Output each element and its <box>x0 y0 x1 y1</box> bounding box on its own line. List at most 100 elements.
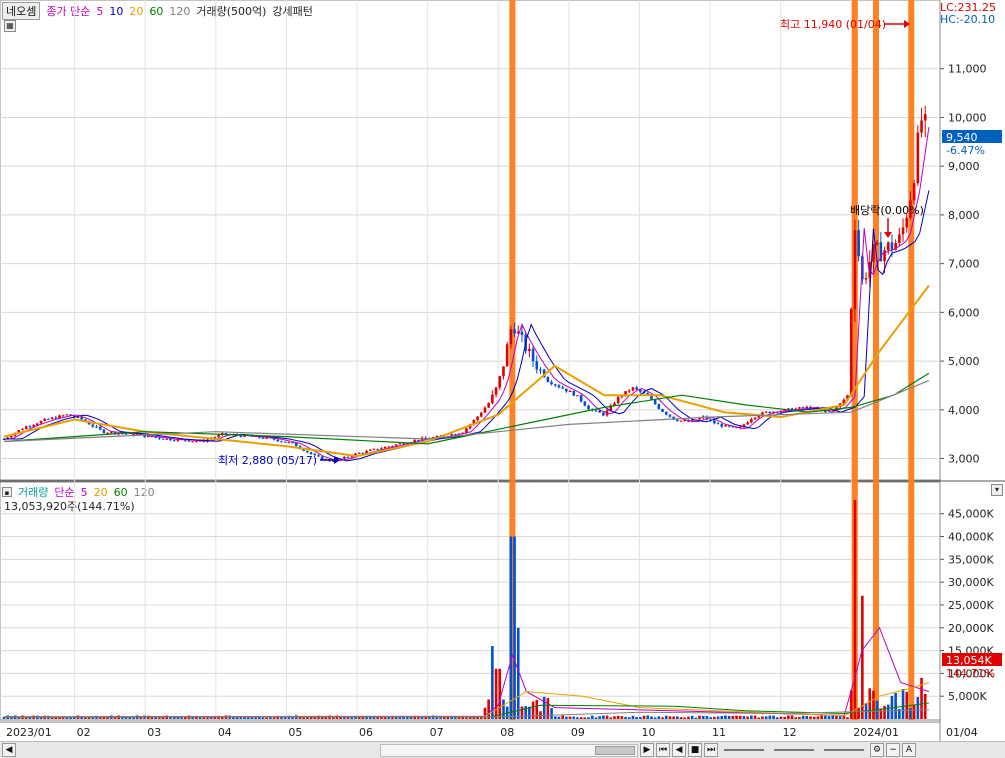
candle-body <box>217 434 220 438</box>
volume-bar <box>787 715 790 719</box>
volume-bar <box>783 717 786 719</box>
play-start-icon[interactable]: ▶ <box>640 743 654 757</box>
volume-bar <box>635 716 638 719</box>
candle-body <box>535 361 539 370</box>
volume-bar <box>761 716 764 719</box>
scroll-thumb[interactable] <box>595 746 635 755</box>
volume-bar <box>724 715 727 719</box>
scroll-left-icon[interactable]: ◀ <box>2 743 16 757</box>
volume-bar <box>683 717 687 719</box>
candle-body <box>912 183 916 201</box>
highlight-columns <box>509 0 915 720</box>
volume-bar <box>531 701 535 719</box>
speed-slider[interactable] <box>724 749 764 751</box>
candle-body <box>161 438 165 440</box>
font-size-button[interactable]: A <box>902 743 916 757</box>
volume-bar <box>498 668 502 719</box>
candle-body <box>165 438 169 440</box>
candle-body <box>528 348 531 351</box>
volume-tick-label: 30,000K <box>948 576 994 589</box>
candle-body <box>28 426 32 428</box>
ma10-line <box>4 190 930 462</box>
volume-bar <box>587 717 590 719</box>
volume-bar <box>798 716 801 719</box>
candle-body <box>24 426 28 430</box>
candle-body <box>343 456 346 459</box>
volume-bar <box>923 693 927 719</box>
candle-body <box>483 407 487 413</box>
volume-bar <box>672 716 675 719</box>
x-tick-label: 07 <box>430 726 444 739</box>
candle-body <box>713 420 716 424</box>
volume-bar <box>716 716 720 719</box>
volume-bar <box>720 716 724 719</box>
candle-body <box>65 414 69 416</box>
x-tick-label: 2023/01 <box>6 726 52 739</box>
candle-body <box>905 217 909 228</box>
candle-body <box>853 230 857 310</box>
candle-body <box>898 234 901 244</box>
current-volume-badge-text: 13,054K <box>946 654 992 667</box>
volume-bar <box>879 708 883 719</box>
candle-body <box>716 423 720 425</box>
volume-bar <box>831 715 835 719</box>
volume-bar <box>912 705 916 719</box>
candle-body <box>376 448 379 450</box>
candle-body <box>239 435 243 437</box>
volume-bar <box>376 717 379 719</box>
playback-controls: ▶ ⏮ ◀ ■ ⏭ ⚙ − A <box>640 743 916 757</box>
volume-bar <box>646 715 650 719</box>
candle-body <box>664 411 668 415</box>
volume-bar <box>664 715 668 719</box>
volume-grid <box>0 0 940 720</box>
volume-bar <box>331 717 335 719</box>
x-tick-label: 2024/01 <box>853 726 899 739</box>
volume-bar <box>746 716 749 719</box>
volume-bar <box>583 717 587 719</box>
volume-bar <box>857 708 860 719</box>
x-tick-label: 04 <box>218 726 232 739</box>
volume-bar <box>727 715 731 719</box>
stock-chart[interactable]: 3,000 4,000 5,000 6,000 7,000 8,000 9,000 10,00… <box>0 0 1005 741</box>
candle-body <box>191 441 194 443</box>
volume-bar <box>838 716 842 719</box>
volume-bar <box>757 717 761 719</box>
volume-bar <box>520 706 524 719</box>
volume-bar <box>661 717 664 719</box>
volume-bar <box>261 717 265 719</box>
candle-body <box>746 422 749 425</box>
candle-body <box>50 417 54 419</box>
scroll-track[interactable] <box>380 744 638 757</box>
zoom-out-button[interactable]: − <box>886 743 900 757</box>
ma-lines <box>3 127 930 462</box>
candle-body <box>498 376 502 388</box>
candle-body <box>724 425 727 427</box>
volume-bars <box>2 500 930 719</box>
volume-bar <box>557 716 561 719</box>
candle-body <box>583 401 587 406</box>
volume-bar <box>405 717 409 719</box>
fast-forward-icon[interactable]: ⏭ <box>704 743 718 757</box>
volume-bar <box>605 715 609 719</box>
volume-bar <box>901 689 905 719</box>
volume-bar <box>846 717 849 719</box>
settings-icon[interactable]: ⚙ <box>870 743 884 757</box>
x-tick-label: 09 <box>571 726 585 739</box>
x-tick-label: 02 <box>77 726 91 739</box>
range-slider[interactable] <box>774 749 814 751</box>
candle-body <box>650 395 653 400</box>
stop-icon[interactable]: ■ <box>688 743 702 757</box>
candle-body <box>764 411 768 413</box>
step-back-icon[interactable]: ◀ <box>672 743 686 757</box>
candle-body <box>616 396 620 404</box>
zoom-slider[interactable] <box>824 749 864 751</box>
price-tick-label: 9,000 <box>948 160 980 173</box>
candle-body <box>801 407 805 409</box>
candle-body <box>683 420 687 422</box>
candle-body <box>750 419 753 423</box>
candle-body <box>553 384 557 386</box>
candle-body <box>398 443 402 445</box>
volume-bar <box>886 704 890 719</box>
rewind-icon[interactable]: ⏮ <box>656 743 670 757</box>
candle-body <box>561 387 564 389</box>
